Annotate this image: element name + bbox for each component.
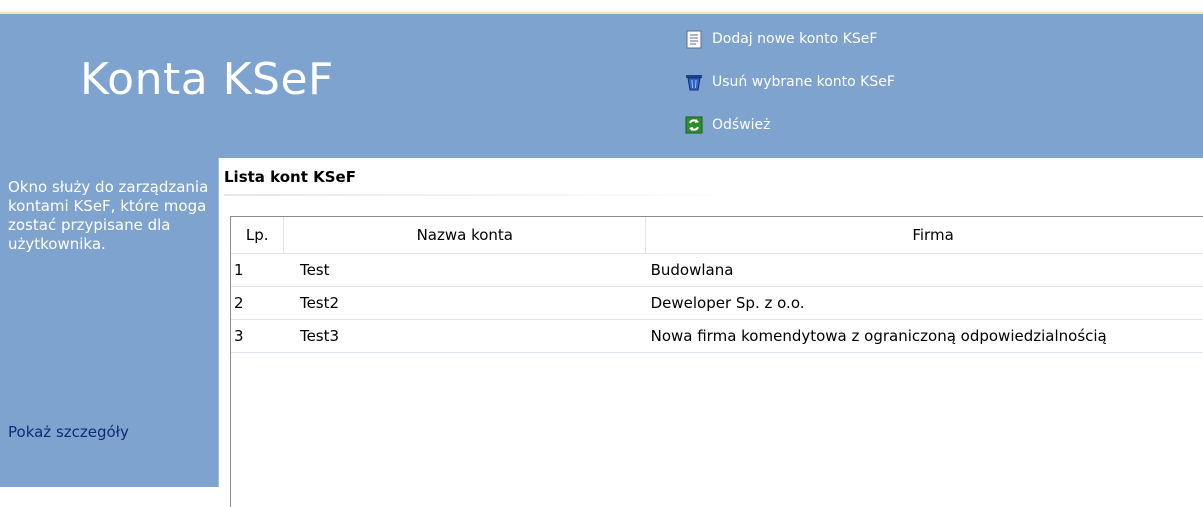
- page-title: Konta KSeF: [80, 54, 334, 105]
- top-strip: [0, 0, 1203, 14]
- table-row[interactable]: 2 Test2 Deweloper Sp. z o.o.: [231, 286, 1203, 320]
- table-row[interactable]: 1 Test Budowlana: [231, 253, 1203, 287]
- refresh-button[interactable]: Odśwież: [684, 114, 895, 136]
- delete-account-label: Usuń wybrane konto KSeF: [712, 74, 895, 90]
- column-header-name[interactable]: Nazwa konta: [283, 217, 647, 254]
- refresh-icon: [684, 115, 704, 135]
- add-account-label: Dodaj nowe konto KSeF: [712, 31, 878, 47]
- header: Konta KSeF Dodaj nowe konto KSeF Usuń wy…: [0, 14, 1203, 158]
- cell-firm: Nowa firma komendytowa z ograniczoną odp…: [645, 319, 1203, 353]
- document-icon: [684, 29, 704, 49]
- cell-firm: Budowlana: [645, 253, 1203, 287]
- table-row[interactable]: 3 Test3 Nowa firma komendytowa z ogranic…: [231, 319, 1203, 353]
- table-header-row: Lp. Nazwa konta Firma: [231, 217, 1203, 254]
- column-header-firm[interactable]: Firma: [645, 217, 1203, 254]
- cell-firm: Deweloper Sp. z o.o.: [645, 286, 1203, 320]
- cell-account-name: Test2: [283, 286, 646, 320]
- cell-lp: 3: [231, 319, 284, 353]
- panel-divider: [224, 194, 752, 196]
- cell-lp: 1: [231, 253, 284, 287]
- action-list: Dodaj nowe konto KSeF Usuń wybrane konto…: [684, 28, 895, 157]
- sidebar: Okno służy do zarządzania kontami KSeF, …: [0, 158, 219, 487]
- column-header-lp[interactable]: Lp.: [231, 217, 285, 254]
- delete-account-button[interactable]: Usuń wybrane konto KSeF: [684, 71, 895, 93]
- accounts-table: Lp. Nazwa konta Firma 1 Test Budowlana 2…: [230, 216, 1203, 507]
- trash-icon: [684, 72, 704, 92]
- add-account-button[interactable]: Dodaj nowe konto KSeF: [684, 28, 895, 50]
- cell-account-name: Test3: [283, 319, 646, 353]
- refresh-label: Odśwież: [712, 117, 771, 133]
- show-details-link[interactable]: Pokaż szczegóły: [8, 423, 129, 441]
- cell-lp: 2: [231, 286, 284, 320]
- sidebar-description: Okno służy do zarządzania kontami KSeF, …: [8, 178, 209, 253]
- panel-title: Lista kont KSeF: [224, 168, 356, 186]
- cell-account-name: Test: [283, 253, 646, 287]
